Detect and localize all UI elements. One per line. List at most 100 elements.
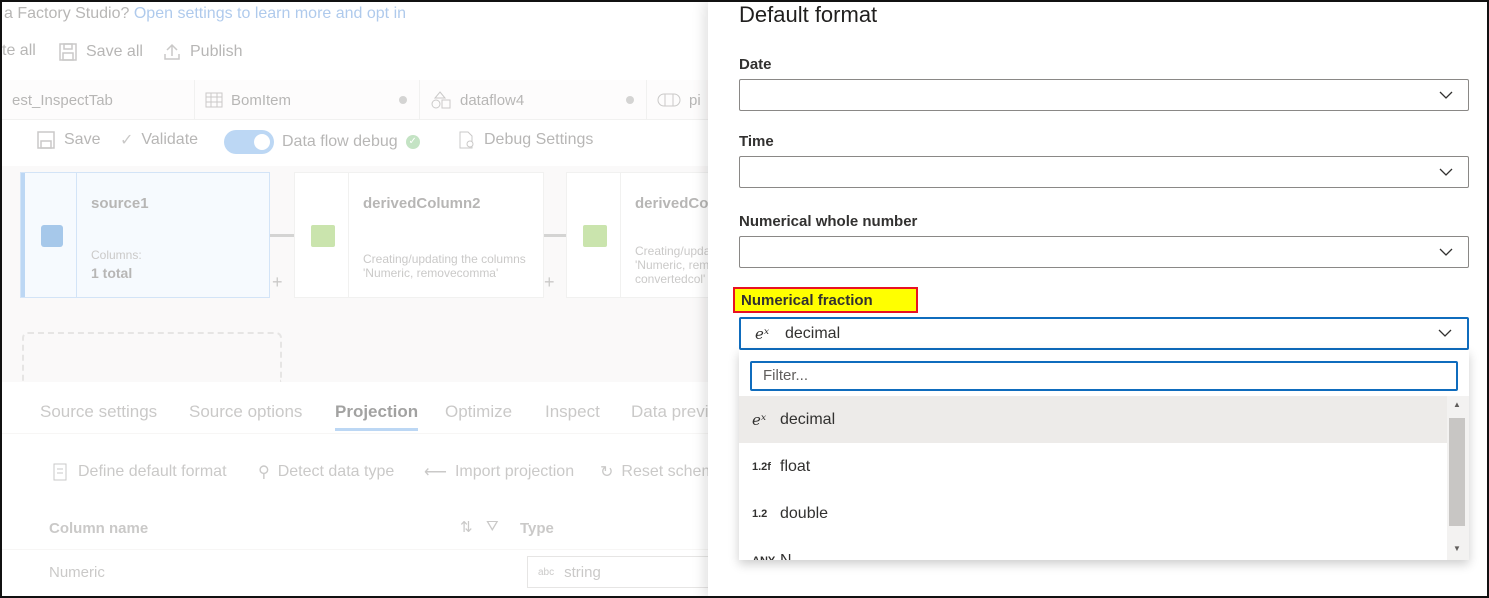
option-float[interactable]: 1.2f float xyxy=(739,443,1447,490)
time-select[interactable] xyxy=(739,156,1469,188)
pipeline-icon xyxy=(657,93,681,107)
connector xyxy=(544,234,568,237)
tab-projection[interactable]: Projection xyxy=(335,402,419,431)
date-select[interactable] xyxy=(739,79,1469,111)
tab-bomitem[interactable]: BomItem xyxy=(195,80,420,120)
whole-number-label: Numerical whole number xyxy=(739,213,918,230)
filter-input[interactable]: Filter... xyxy=(750,361,1458,391)
node-desc-2: 'Numeric, rem xyxy=(635,258,710,272)
define-default-format-button[interactable]: Define default format xyxy=(52,462,227,482)
tab-source-options[interactable]: Source options xyxy=(189,402,302,422)
projection-grid-header: Column name ⇅ ⛛ Type xyxy=(2,518,708,550)
panel-title: Default format xyxy=(739,2,878,27)
derived-column-icon xyxy=(311,225,335,247)
upload-icon xyxy=(164,43,180,60)
node-columns-count: 1 total xyxy=(91,265,133,281)
checkmark-icon: ✓ xyxy=(120,132,134,149)
option-decimal[interactable]: eˣ decimal xyxy=(739,396,1447,443)
type-header: Type xyxy=(520,520,554,537)
chevron-down-icon xyxy=(1439,91,1453,99)
tab-inspecttab[interactable]: est_InspectTab xyxy=(2,80,195,120)
properties-tabs: Source settings Source options Projectio… xyxy=(2,394,708,434)
tab-dataflow4[interactable]: dataflow4 xyxy=(420,80,647,120)
node-desc-3: convertedcol' xyxy=(635,272,706,286)
reset-schema-button[interactable]: ↻ Reset schem xyxy=(600,462,715,482)
save-icon xyxy=(37,131,55,149)
option-label: N xyxy=(780,551,792,561)
date-label: Date xyxy=(739,56,772,73)
scroll-thumb[interactable] xyxy=(1449,418,1465,526)
source1-node[interactable]: source1 Columns: 1 total xyxy=(20,172,270,298)
debug-settings-button[interactable]: Debug Settings xyxy=(456,130,593,150)
tab-label: est_InspectTab xyxy=(12,91,113,109)
float-icon: 1.2f xyxy=(752,460,771,473)
option-label: double xyxy=(780,504,829,522)
column-name-cell: Numeric xyxy=(49,564,105,581)
scroll-down-icon[interactable]: ▼ xyxy=(1453,544,1461,553)
unsaved-dot-icon xyxy=(626,96,634,104)
table-icon xyxy=(205,92,223,108)
debug-toggle-group[interactable]: Data flow debug ✓ xyxy=(224,130,420,154)
save-all-button[interactable]: Save all xyxy=(58,42,143,62)
search-icon: ⚲ xyxy=(258,464,270,481)
type-select[interactable]: abc string xyxy=(527,556,717,588)
import-projection-button[interactable]: ⟵ Import projection xyxy=(424,462,574,482)
arrow-left-icon: ⟵ xyxy=(424,464,447,481)
save-all-label: Save all xyxy=(86,43,143,60)
whole-number-select[interactable] xyxy=(739,236,1469,268)
scroll-up-icon[interactable]: ▲ xyxy=(1453,400,1461,409)
tab-inspect[interactable]: Inspect xyxy=(545,402,600,422)
chevron-down-icon xyxy=(1439,248,1453,256)
unsaved-dot-icon xyxy=(399,96,407,104)
source-icon xyxy=(41,225,63,247)
publish-button[interactable]: Publish xyxy=(162,42,242,62)
tab-pipeline[interactable]: pi xyxy=(647,80,708,120)
default-format-panel: Default format Date Time Numerical whole… xyxy=(708,2,1487,596)
dropdown-scrollbar[interactable]: ▲ ▼ xyxy=(1447,396,1469,560)
opt-in-banner: a Factory Studio? Open settings to learn… xyxy=(2,2,708,30)
add-source-placeholder[interactable] xyxy=(22,332,282,382)
banner-link[interactable]: Open settings to learn more and opt in xyxy=(134,5,406,22)
derivedcolumn2-node[interactable]: derivedColumn2 Creating/updating the col… xyxy=(294,172,544,298)
add-transform-button[interactable]: + xyxy=(272,272,283,293)
reset-label: Reset schem xyxy=(621,463,715,480)
save-button[interactable]: Save xyxy=(36,130,100,150)
tab-label: dataflow4 xyxy=(460,91,525,109)
node-columns-label: Columns: xyxy=(91,248,142,262)
tab-label: BomItem xyxy=(231,91,292,109)
fraction-dropdown: Filter... eˣ decimal 1.2f float 1.2 doub… xyxy=(739,350,1469,560)
tab-data-preview[interactable]: Data previ xyxy=(631,402,708,422)
publish-label: Publish xyxy=(190,43,243,60)
tab-optimize[interactable]: Optimize xyxy=(445,402,512,422)
node-desc-1: Creating/updating the columns xyxy=(363,252,526,266)
detect-label: Detect data type xyxy=(277,463,395,480)
dataflow-icon xyxy=(431,91,451,109)
fraction-value: decimal xyxy=(785,324,841,342)
type-value: string xyxy=(564,563,601,581)
derived-column-icon xyxy=(583,225,607,247)
option-label: float xyxy=(780,457,811,475)
validate-all-button[interactable]: te all xyxy=(2,42,36,60)
detect-data-type-button[interactable]: ⚲ Detect data type xyxy=(258,462,394,482)
refresh-icon: ↻ xyxy=(600,464,614,481)
sort-icon[interactable]: ⇅ xyxy=(460,518,473,536)
debug-toggle[interactable] xyxy=(224,130,274,154)
format-icon xyxy=(53,463,67,481)
any-icon: ANY xyxy=(752,555,775,561)
banner-text: a Factory Studio? xyxy=(4,5,130,22)
exponent-icon: eˣ xyxy=(755,324,770,343)
document-tabs: est_InspectTab BomItem dataflow4 pi xyxy=(2,80,708,120)
tab-source-settings[interactable]: Source settings xyxy=(40,402,157,422)
option-double[interactable]: 1.2 double xyxy=(739,490,1447,537)
time-label: Time xyxy=(739,133,774,150)
dataflow-canvas[interactable]: source1 Columns: 1 total + derivedColumn… xyxy=(2,166,726,382)
option-partial[interactable]: ANY N xyxy=(739,537,1447,561)
add-transform-button[interactable]: + xyxy=(544,272,555,293)
node-title: derivedCol xyxy=(635,195,713,212)
option-label: decimal xyxy=(780,410,836,428)
filter-icon[interactable]: ⛛ xyxy=(486,518,499,535)
debug-label: Data flow debug xyxy=(282,133,398,150)
fraction-select[interactable]: eˣ decimal xyxy=(739,317,1469,350)
derivedcolumn-node[interactable]: derivedCol Creating/upda 'Numeric, rem c… xyxy=(566,172,726,298)
validate-button[interactable]: ✓ Validate xyxy=(120,130,198,150)
